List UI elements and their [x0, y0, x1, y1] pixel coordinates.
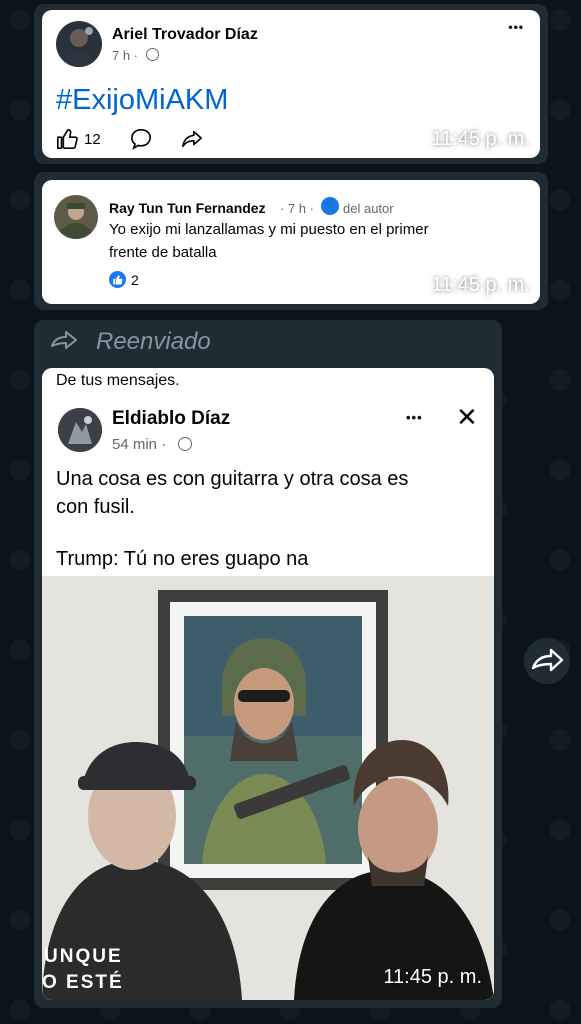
forwarded-post-card: De tus mensajes. Eldiablo Díaz 54 min · …: [42, 368, 494, 1000]
post-time-meta: 54 min ·: [112, 436, 167, 453]
more-options-icon[interactable]: •••: [508, 20, 524, 34]
post-hashtag[interactable]: #ExijoMiAKM: [56, 84, 228, 117]
like-icon[interactable]: [56, 128, 78, 150]
forward-arrow-icon: [50, 330, 78, 350]
reaction-count: 2: [131, 272, 139, 288]
share-icon[interactable]: [180, 128, 204, 150]
close-icon[interactable]: ✕: [456, 402, 478, 433]
post-author-name[interactable]: Ariel Trovador Díaz: [112, 26, 258, 44]
more-options-icon[interactable]: •••: [406, 410, 423, 425]
post-text-line-3: Trump: Tú no eres guapo na: [56, 548, 309, 570]
message-bubble-forwarded[interactable]: Reenviado De tus mensajes. Eldiablo Díaz…: [34, 320, 502, 1008]
message-timestamp: 11:45 p. m.: [431, 274, 530, 296]
like-reaction-icon: [109, 271, 126, 288]
forward-button[interactable]: [524, 638, 570, 684]
globe-icon: [146, 48, 159, 61]
comment-text-line-1: Yo exijo mi lanzallamas y mi puesto en e…: [109, 221, 429, 238]
avatar: [58, 408, 102, 452]
author-badge-label: del autor: [343, 201, 394, 216]
post-time-meta: 7 h ·: [112, 48, 139, 63]
comment-text-line-2: frente de batalla: [109, 244, 217, 261]
comment-icon[interactable]: [130, 128, 152, 151]
forwarded-label: Reenviado: [96, 328, 211, 355]
comment-author-name[interactable]: Ray Tun Tun Fernandez: [109, 200, 266, 216]
post-author-name[interactable]: Eldiablo Díaz: [112, 408, 230, 430]
post-text-line-1: Una cosa es con guitarra y otra cosa es: [56, 468, 409, 490]
avatar: [54, 195, 98, 239]
message-bubble-2[interactable]: Ray Tun Tun Fernandez · 7 h · 👤 del auto…: [34, 172, 548, 310]
message-bubble-1[interactable]: Ariel Trovador Díaz 7 h · ••• #ExijoMiAK…: [34, 4, 548, 164]
comment-time-meta: · 7 h ·: [280, 201, 314, 216]
card-header-text: De tus mensajes.: [56, 372, 180, 389]
message-timestamp: 11:45 p. m.: [383, 966, 482, 988]
avatar: [56, 21, 102, 67]
message-timestamp: 11:45 p. m.: [431, 128, 530, 150]
post-photo[interactable]: UNQUE O ESTÉ: [42, 576, 494, 1000]
author-badge-icon: 👤: [321, 197, 339, 215]
post-text-line-2: con fusil.: [56, 496, 135, 518]
forward-icon: [531, 648, 564, 672]
shirt-text-2: O ESTÉ: [42, 972, 124, 993]
shirt-text-1: UNQUE: [44, 946, 123, 967]
like-count: 12: [84, 131, 101, 148]
globe-icon: [178, 437, 192, 451]
